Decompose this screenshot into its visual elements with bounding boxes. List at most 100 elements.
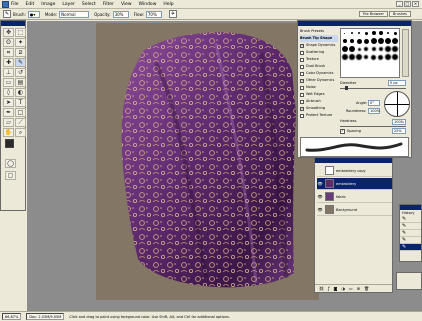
lasso-tool-icon[interactable]: ʘ: [3, 38, 14, 47]
brush-option-color-dynamics[interactable]: Color Dynamics: [300, 70, 338, 77]
angle-roundness-widget[interactable]: [384, 91, 410, 117]
history-state[interactable]: ✎: [400, 237, 421, 244]
menu-edit[interactable]: Edit: [26, 2, 35, 7]
brush-option-tip-shape[interactable]: Brush Tip Shape: [300, 35, 338, 42]
brush-tip-preset[interactable]: [348, 29, 355, 37]
type-tool-icon[interactable]: T: [15, 98, 26, 107]
history-brush-icon[interactable]: ↺: [15, 68, 26, 77]
brush-grid-scrollbar[interactable]: [402, 29, 409, 77]
adjustment-icon[interactable]: ◑: [341, 286, 345, 291]
layer-row[interactable]: embroidery copy: [317, 165, 392, 177]
airbrush-icon[interactable]: ✈: [168, 10, 177, 18]
menu-layer[interactable]: Layer: [62, 2, 75, 7]
menu-file[interactable]: File: [11, 2, 19, 7]
healing-brush-icon[interactable]: ✚: [3, 58, 14, 67]
history-state[interactable]: ✎: [400, 223, 421, 230]
brush-tip-preset[interactable]: [377, 29, 384, 37]
brush-option-noise[interactable]: Noise: [300, 84, 338, 91]
scattering-checkbox[interactable]: [300, 50, 304, 55]
brush-tip-preset[interactable]: [385, 37, 392, 45]
brush-tip-preset[interactable]: [341, 29, 348, 37]
brush-tip-preset[interactable]: [392, 37, 399, 45]
brush-option-airbrush[interactable]: Airbrush: [300, 98, 338, 105]
brush-tip-preset[interactable]: [363, 29, 370, 37]
collapsed-palette[interactable]: [396, 272, 422, 290]
noise-checkbox[interactable]: [300, 85, 304, 90]
diameter-input[interactable]: 5 px: [388, 80, 406, 86]
brush-tip-preset[interactable]: [348, 45, 355, 53]
crop-tool-icon[interactable]: ⌗: [3, 48, 14, 57]
history-state[interactable]: ✎: [400, 216, 421, 223]
new-set-icon[interactable]: ▭: [349, 286, 353, 291]
other-dynamics-checkbox[interactable]: ✓: [300, 78, 304, 83]
blur-tool-icon[interactable]: ◊: [3, 88, 14, 97]
history-state[interactable]: ✎: [400, 230, 421, 237]
protect-texture-checkbox[interactable]: [300, 113, 304, 118]
brush-tip-preset[interactable]: [363, 45, 370, 53]
hardness-input[interactable]: 100%: [392, 119, 406, 125]
hand-tool-icon[interactable]: ✋: [3, 128, 14, 137]
brushes-titlebar[interactable]: [298, 21, 411, 26]
brush-tip-preset[interactable]: [392, 45, 399, 53]
texture-checkbox[interactable]: [300, 57, 304, 62]
visibility-eye-icon[interactable]: [317, 168, 323, 174]
flow-input[interactable]: 70%: [145, 10, 162, 18]
brush-tip-preset[interactable]: [356, 37, 363, 45]
layer-row-selected[interactable]: 👁 embroidery: [317, 178, 392, 190]
brush-tip-preset[interactable]: [370, 29, 377, 37]
brush-tip-preset[interactable]: [392, 29, 399, 37]
brush-tip-preset[interactable]: [377, 53, 384, 61]
zoom-level[interactable]: 66.67%: [2, 313, 22, 320]
visibility-eye-icon[interactable]: 👁: [317, 207, 323, 213]
eraser-tool-icon[interactable]: ▭: [3, 78, 14, 87]
wet-edges-checkbox[interactable]: [300, 92, 304, 97]
brush-tip-preset[interactable]: [377, 45, 384, 53]
close-button[interactable]: ×: [412, 1, 419, 7]
brush-tip-preset[interactable]: [385, 53, 392, 61]
brush-tip-preset[interactable]: [356, 45, 363, 53]
dual-brush-checkbox[interactable]: [300, 64, 304, 69]
brush-option-smoothing[interactable]: ✓ Smoothing: [300, 105, 338, 112]
menu-select[interactable]: Select: [82, 2, 96, 7]
brush-tip-preset[interactable]: [385, 29, 392, 37]
visibility-eye-icon[interactable]: 👁: [317, 181, 323, 187]
brush-tip-preset[interactable]: [392, 53, 399, 61]
color-dynamics-checkbox[interactable]: [300, 71, 304, 76]
new-layer-icon[interactable]: ⊞: [357, 286, 360, 291]
brush-option-texture[interactable]: Texture: [300, 56, 338, 63]
brush-picker[interactable]: ●▾: [27, 10, 40, 18]
layers-titlebar[interactable]: [315, 158, 392, 163]
slice-tool-icon[interactable]: ⧄: [15, 48, 26, 57]
maximize-button[interactable]: □: [404, 1, 411, 7]
move-tool-icon[interactable]: ✥: [3, 28, 14, 37]
brush-option-protect-texture[interactable]: Protect Texture: [300, 112, 338, 119]
quick-mask-icon[interactable]: ◯: [5, 159, 16, 168]
zoom-tool-icon[interactable]: ⌕: [15, 128, 26, 137]
dodge-tool-icon[interactable]: ◐: [15, 88, 26, 97]
foreground-color-swatch[interactable]: [5, 139, 14, 148]
angle-input[interactable]: 0°: [368, 100, 380, 106]
diameter-slider[interactable]: [340, 88, 406, 89]
brush-tip-preset[interactable]: [370, 45, 377, 53]
tab-brushes[interactable]: Brushes: [388, 11, 411, 17]
mask-icon[interactable]: ◙: [334, 286, 338, 291]
brush-tip-preset[interactable]: [341, 37, 348, 45]
layer-row[interactable]: 👁 fabric: [317, 191, 392, 203]
brush-option-dual-brush[interactable]: Dual Brush: [300, 63, 338, 70]
link-icon[interactable]: ⛓: [319, 286, 324, 291]
opacity-input[interactable]: 30%: [112, 10, 129, 18]
brush-option-wet-edges[interactable]: Wet Edges: [300, 91, 338, 98]
brush-tip-grid[interactable]: [340, 28, 400, 78]
mode-select[interactable]: Normal: [59, 10, 90, 18]
spacing-input[interactable]: 25%: [392, 128, 406, 134]
magic-wand-icon[interactable]: ✦: [15, 38, 26, 47]
visibility-eye-icon[interactable]: 👁: [317, 194, 323, 200]
menu-help[interactable]: Help: [163, 2, 173, 7]
brush-tip-preset[interactable]: [341, 45, 348, 53]
brush-tool-icon[interactable]: ✎: [15, 58, 26, 67]
shape-dynamics-checkbox[interactable]: ✓: [300, 43, 304, 48]
layer-row[interactable]: 👁 Background: [317, 204, 392, 216]
brush-tip-preset[interactable]: [341, 53, 348, 61]
minimize-button[interactable]: _: [396, 1, 403, 7]
roundness-input[interactable]: 100%: [368, 108, 380, 114]
